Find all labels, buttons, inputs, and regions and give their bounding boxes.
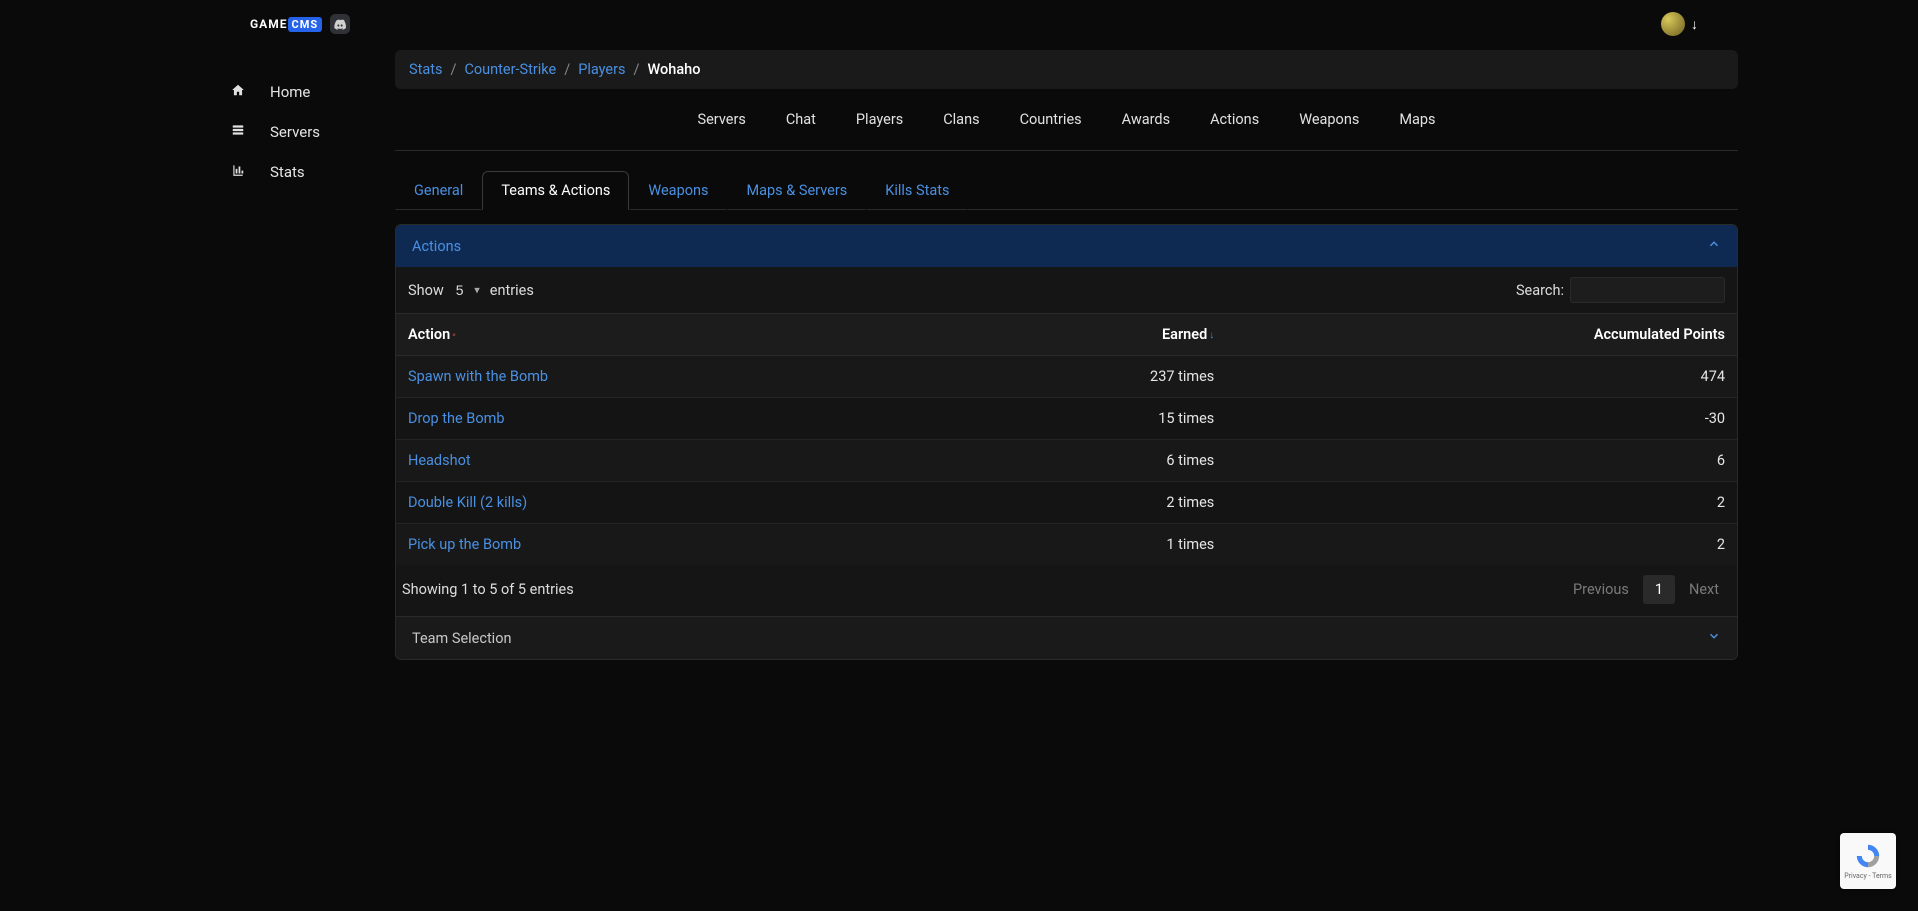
- sidebar-item-home[interactable]: Home: [228, 72, 395, 112]
- show-label-post: entries: [490, 282, 534, 299]
- panel-actions: Actions Show 5 ▾ entries Sear: [395, 224, 1738, 660]
- sort-icon: ▪: [452, 330, 456, 341]
- action-cell[interactable]: Headshot: [396, 440, 936, 482]
- breadcrumb: Stats / Counter-Strike / Players / Wohah…: [395, 50, 1738, 89]
- tab-kills-stats[interactable]: Kills Stats: [866, 171, 968, 210]
- sidebar-item-label: Stats: [270, 163, 305, 181]
- pager-previous-button[interactable]: Previous: [1561, 575, 1641, 604]
- nav-awards[interactable]: Awards: [1116, 107, 1176, 132]
- action-cell[interactable]: Spawn with the Bomb: [396, 356, 936, 398]
- datatable-footer: Showing 1 to 5 of 5 entries Previous 1 N…: [396, 565, 1737, 616]
- sidebar-item-stats[interactable]: Stats: [228, 152, 395, 192]
- nav-chat[interactable]: Chat: [780, 107, 822, 132]
- brand-suffix: CMS: [288, 17, 323, 32]
- panel-title: Team Selection: [412, 630, 512, 647]
- breadcrumb-link-stats[interactable]: Stats: [409, 61, 442, 78]
- recaptcha-footer: Privacy - Terms: [1844, 872, 1892, 880]
- breadcrumb-sep: /: [634, 61, 640, 78]
- sidebar-item-servers[interactable]: Servers: [228, 112, 395, 152]
- brand-logo[interactable]: GAMECMS: [250, 14, 350, 34]
- pager-page-1[interactable]: 1: [1643, 575, 1675, 604]
- nav-weapons[interactable]: Weapons: [1293, 107, 1365, 132]
- table-row: Double Kill (2 kills)2 times2: [396, 482, 1737, 524]
- earned-cell: 1 times: [936, 524, 1226, 566]
- user-menu[interactable]: ↓: [1661, 12, 1698, 36]
- tab-maps-servers[interactable]: Maps & Servers: [727, 171, 866, 210]
- breadcrumb-link-game[interactable]: Counter-Strike: [464, 61, 556, 78]
- actions-table: Action▪ Earned↓ Accumulated Points Spawn…: [396, 313, 1737, 565]
- stats-icon: [228, 163, 248, 181]
- arrow-down-icon: ↓: [1691, 16, 1698, 33]
- breadcrumb-link-players[interactable]: Players: [578, 61, 625, 78]
- accum-cell: 474: [1226, 356, 1737, 398]
- breadcrumb-sep: /: [450, 61, 456, 78]
- entries-selector: Show 5 ▾ entries: [408, 279, 534, 301]
- avatar: [1661, 12, 1685, 36]
- section-nav: Servers Chat Players Clans Countries Awa…: [395, 89, 1738, 151]
- panel-actions-body: Show 5 ▾ entries Search:: [396, 267, 1737, 616]
- recaptcha-badge[interactable]: Privacy - Terms: [1840, 833, 1896, 889]
- breadcrumb-sep: /: [564, 61, 570, 78]
- pager-next-button[interactable]: Next: [1677, 575, 1731, 604]
- brand-prefix: GAME: [250, 17, 288, 31]
- accum-cell: 6: [1226, 440, 1737, 482]
- sort-desc-icon: ↓: [1209, 330, 1214, 341]
- col-action[interactable]: Action▪: [396, 314, 936, 356]
- action-cell[interactable]: Pick up the Bomb: [396, 524, 936, 566]
- breadcrumb-current: Wohaho: [648, 61, 701, 78]
- accum-cell: -30: [1226, 398, 1737, 440]
- nav-countries[interactable]: Countries: [1014, 107, 1088, 132]
- sidebar-item-label: Home: [270, 83, 310, 101]
- col-earned[interactable]: Earned↓: [936, 314, 1226, 356]
- accum-cell: 2: [1226, 524, 1737, 566]
- table-row: Spawn with the Bomb237 times474: [396, 356, 1737, 398]
- nav-maps[interactable]: Maps: [1393, 107, 1441, 132]
- col-accum[interactable]: Accumulated Points: [1226, 314, 1737, 356]
- action-cell[interactable]: Drop the Bomb: [396, 398, 936, 440]
- earned-cell: 6 times: [936, 440, 1226, 482]
- subtabs: General Teams & Actions Weapons Maps & S…: [395, 151, 1738, 210]
- earned-cell: 15 times: [936, 398, 1226, 440]
- earned-cell: 237 times: [936, 356, 1226, 398]
- nav-servers[interactable]: Servers: [691, 107, 751, 132]
- sidebar: Home Servers Stats: [0, 48, 395, 192]
- sidebar-item-label: Servers: [270, 123, 320, 141]
- discord-icon[interactable]: [330, 14, 350, 34]
- nav-actions[interactable]: Actions: [1204, 107, 1265, 132]
- table-row: Drop the Bomb15 times-30: [396, 398, 1737, 440]
- tab-general[interactable]: General: [395, 171, 482, 210]
- servers-icon: [228, 123, 248, 141]
- nav-clans[interactable]: Clans: [937, 107, 985, 132]
- table-row: Headshot6 times6: [396, 440, 1737, 482]
- home-icon: [228, 83, 248, 101]
- panel-actions-header[interactable]: Actions: [396, 225, 1737, 267]
- nav-players[interactable]: Players: [850, 107, 909, 132]
- show-label-pre: Show: [408, 282, 444, 299]
- topbar: GAMECMS ↓: [0, 0, 1918, 48]
- chevron-up-icon: [1707, 237, 1721, 255]
- chevron-down-icon: [1707, 629, 1721, 647]
- table-row: Pick up the Bomb1 times2: [396, 524, 1737, 566]
- accum-cell: 2: [1226, 482, 1737, 524]
- recaptcha-icon: [1854, 842, 1882, 870]
- tab-teams-actions[interactable]: Teams & Actions: [482, 171, 629, 210]
- search-label: Search:: [1516, 282, 1564, 299]
- entries-select[interactable]: 5: [450, 279, 484, 301]
- search-control: Search:: [1516, 277, 1725, 303]
- tab-weapons[interactable]: Weapons: [629, 171, 727, 210]
- datatable-controls: Show 5 ▾ entries Search:: [396, 267, 1737, 313]
- table-info: Showing 1 to 5 of 5 entries: [402, 581, 574, 598]
- earned-cell: 2 times: [936, 482, 1226, 524]
- table-header-row: Action▪ Earned↓ Accumulated Points: [396, 314, 1737, 356]
- main-content: Stats / Counter-Strike / Players / Wohah…: [395, 48, 1738, 660]
- panel-team-selection-header[interactable]: Team Selection: [396, 616, 1737, 659]
- action-cell[interactable]: Double Kill (2 kills): [396, 482, 936, 524]
- pager: Previous 1 Next: [1561, 575, 1731, 604]
- search-input[interactable]: [1570, 277, 1725, 303]
- panel-title: Actions: [412, 238, 461, 255]
